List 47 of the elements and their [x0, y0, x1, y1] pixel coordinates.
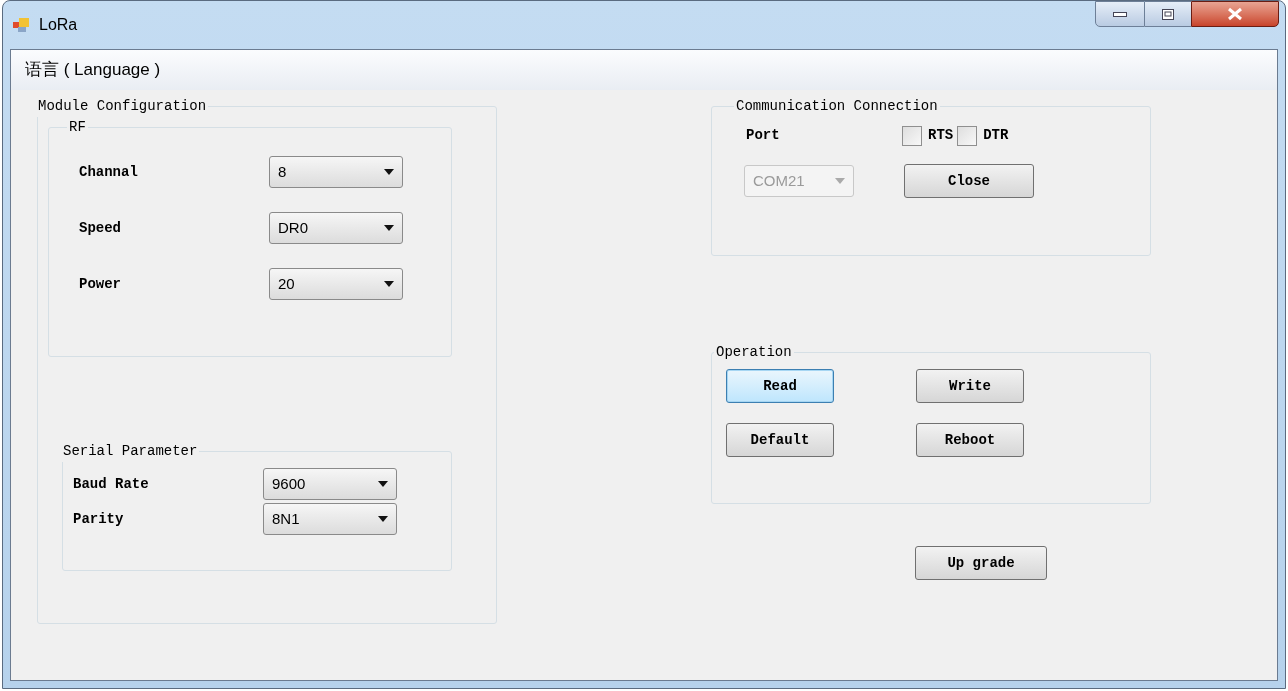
- dropdown-value: COM21: [753, 170, 805, 191]
- dropdown[interactable]: 8N1: [263, 503, 397, 535]
- push-button[interactable]: Up grade: [915, 546, 1047, 580]
- close-icon: [1227, 7, 1243, 21]
- window-title: LoRa: [39, 15, 78, 35]
- field-label: Port: [746, 126, 781, 145]
- dropdown-value: 9600: [272, 473, 306, 494]
- field-label: Speed: [79, 218, 122, 238]
- caret-icon: [384, 225, 394, 231]
- caret-icon: [835, 178, 845, 184]
- app-icon: [13, 17, 31, 33]
- caret-icon: [384, 169, 394, 175]
- caret-icon: [384, 281, 394, 287]
- field-label: Power: [79, 274, 122, 294]
- field-label: Baud Rate: [73, 474, 150, 494]
- minimize-button[interactable]: [1095, 1, 1145, 27]
- minimize-icon: [1113, 11, 1127, 17]
- dropdown-value: 8: [278, 161, 287, 182]
- dropdown[interactable]: 8: [269, 156, 403, 188]
- group-title: Serial Parameter: [62, 442, 199, 461]
- dropdown[interactable]: 9600: [263, 468, 397, 500]
- push-button[interactable]: Write: [916, 369, 1024, 403]
- dropdown-value: 20: [278, 273, 295, 294]
- checkbox-label: DTR: [983, 126, 1009, 145]
- group-title: Module Configuration: [37, 97, 208, 116]
- group-title: Operation: [715, 343, 793, 362]
- caret-icon: [378, 481, 388, 487]
- dropdown[interactable]: 20: [269, 268, 403, 300]
- close-button[interactable]: [1191, 1, 1279, 27]
- field-label: Channal: [79, 162, 139, 182]
- checkbox[interactable]: [902, 125, 922, 146]
- push-button[interactable]: Default: [726, 423, 834, 457]
- group-title: RF: [68, 118, 87, 137]
- field-label: Parity: [73, 509, 125, 529]
- checkbox[interactable]: [957, 125, 978, 146]
- push-button[interactable]: Read: [726, 369, 834, 403]
- dropdown-value: DR0: [278, 217, 308, 238]
- caret-icon: [378, 516, 388, 522]
- maximize-button[interactable]: [1145, 1, 1191, 27]
- group-title: Communication Connection: [735, 97, 939, 116]
- maximize-icon: [1162, 8, 1174, 20]
- dropdown-value: 8N1: [272, 508, 300, 529]
- dropdown[interactable]: DR0: [269, 212, 403, 244]
- checkbox-label: RTS: [928, 126, 954, 145]
- push-button[interactable]: Reboot: [916, 423, 1024, 457]
- menu-item[interactable]: 语言 ( Language ): [24, 57, 162, 83]
- push-button[interactable]: Close: [904, 164, 1034, 198]
